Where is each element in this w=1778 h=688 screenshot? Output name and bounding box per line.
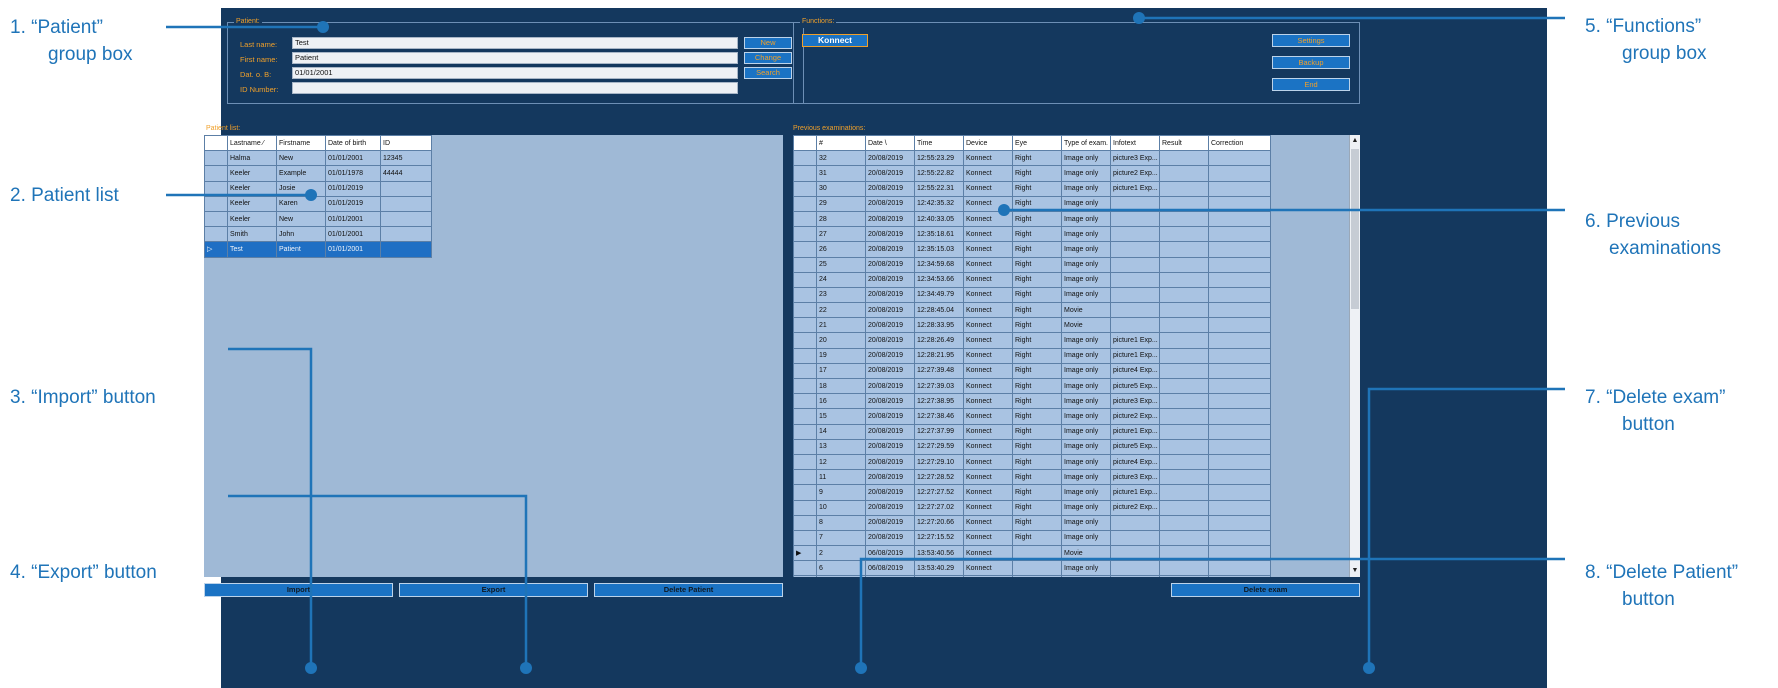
callout-leader-lines bbox=[166, 12, 1565, 674]
callout-previous-examinations: 6. Previous examinations bbox=[1585, 211, 1721, 259]
callout-delete-exam-button: 7. “Delete exam” button bbox=[1585, 387, 1726, 435]
callout-patient-list: 2. Patient list bbox=[10, 185, 119, 206]
callout-patient-group-box: 1. “Patient” group box bbox=[10, 17, 133, 65]
callout-functions-group-box: 5. “Functions” group box bbox=[1585, 16, 1707, 64]
callout-delete-patient-button: 8. “Delete Patient” button bbox=[1585, 562, 1739, 610]
callout-import-button: 3. “Import” button bbox=[10, 387, 156, 408]
callout-export-button: 4. “Export” button bbox=[10, 562, 157, 583]
